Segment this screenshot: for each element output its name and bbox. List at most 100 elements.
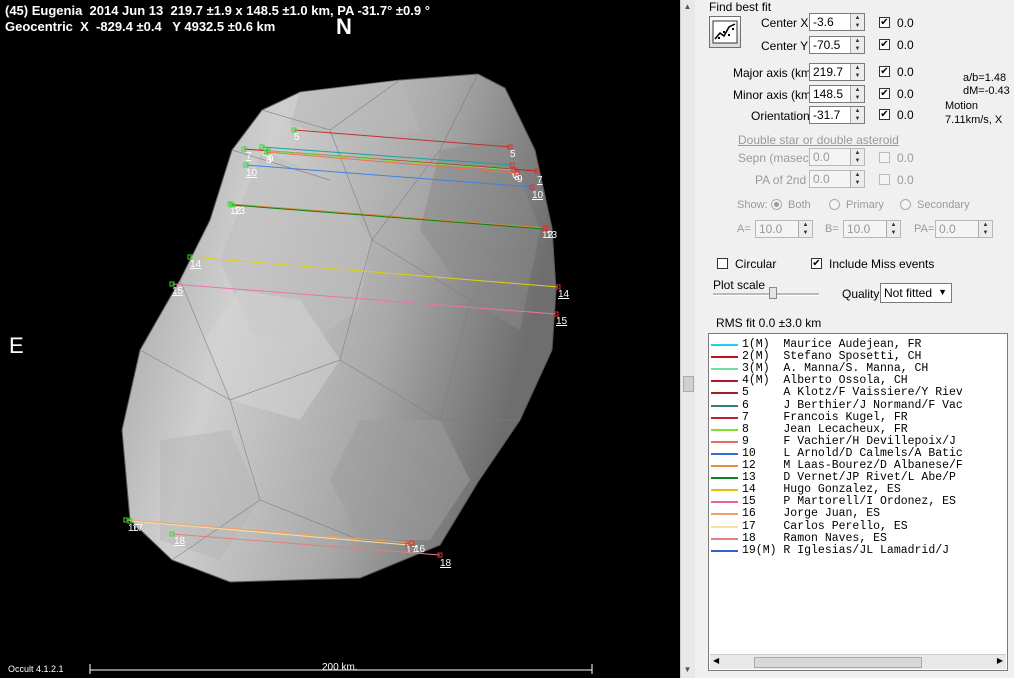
chord-label-14-start: 14 [190, 259, 202, 270]
chevron-down-icon: ▼ [938, 287, 947, 297]
chord-label-9-end: 9 [517, 174, 523, 185]
observer-color-swatch [711, 452, 738, 455]
motion-value: 7.11km/s, X [945, 114, 1003, 126]
observer-color-swatch [711, 440, 738, 443]
show-primary-radio[interactable] [829, 199, 840, 210]
observer-color-swatch [711, 525, 738, 528]
observer-label: 3(M) A. Manna/S. Manna, CH [742, 362, 929, 376]
observer-label: 6 J Berthier/J Normand/F Vac [742, 398, 963, 412]
east-label: E [9, 333, 24, 358]
b-label: B= [825, 223, 839, 235]
show-secondary-label: Secondary [917, 199, 970, 211]
observer-label: 12 M Laas-Bourez/D Albanese/F [742, 459, 963, 472]
observer-color-swatch [711, 404, 738, 407]
pa2-check-value: 0.0 [897, 173, 914, 187]
center-x-checkbox[interactable]: ✔ [879, 17, 890, 28]
find-best-fit-button[interactable] [709, 16, 741, 48]
scroll-right-icon[interactable]: ▶ [997, 656, 1003, 665]
list-item[interactable]: 19(M) R Iglesias/JL Lamadrid/J [709, 543, 1007, 557]
axis-ratio: a/b=1.48 [963, 72, 1007, 84]
north-label: N [336, 14, 352, 39]
chord-label-17-start: 17 [132, 523, 144, 534]
plot-title: (45) Eugenia 2014 Jun 13 219.7 ±1.9 x 14… [5, 3, 430, 18]
include-miss-label: Include Miss events [829, 257, 935, 271]
observer-color-swatch [711, 537, 738, 540]
observer-color-swatch [711, 489, 738, 492]
asteroid-shape-svg: 5566778899101012121313141415151616171718… [89, 73, 593, 674]
center-y-stepper[interactable]: -70.5 ▲ ▼ [809, 36, 865, 54]
fit-panel: Find best fit Center X -3.6 ▲ ▼ ✔ 0.0 Cent… [695, 0, 1014, 678]
observer-label: 4(M) Alberto Ossola, CH [742, 374, 908, 388]
sepn-label: Sepn (masec) [738, 151, 813, 165]
observer-label: 18 Ramon Naves, ES [742, 531, 887, 545]
observer-label: 10 L Arnold/D Calmels/A Batic [742, 446, 963, 460]
sepn-stepper[interactable]: 0.0 ▲ ▼ [809, 148, 865, 166]
scroll-up-icon[interactable]: ▲ [682, 2, 693, 13]
plot-vertical-scrollbar[interactable]: ▲ ▼ [680, 0, 695, 678]
hscroll-thumb[interactable] [754, 657, 922, 668]
show-secondary-radio[interactable] [900, 199, 911, 210]
chord-label-18-end: 18 [440, 558, 452, 569]
center-y-label: Center Y [761, 39, 809, 53]
scroll-down-icon[interactable]: ▼ [682, 665, 693, 676]
observer-color-swatch [711, 549, 738, 552]
orientation-checkbox[interactable]: ✔ [879, 109, 890, 120]
plot-scale-slider[interactable] [769, 287, 777, 299]
observer-color-swatch [711, 465, 738, 467]
pa2-checkbox[interactable] [879, 174, 890, 185]
observer-color-swatch [711, 428, 738, 431]
sepn-check-value: 0.0 [897, 151, 914, 165]
orientation-stepper[interactable]: -31.7 ▲ ▼ [809, 106, 865, 124]
observer-label: 1(M) Maurice Audejean, FR [742, 338, 922, 351]
circular-checkbox[interactable] [717, 258, 728, 269]
pa-stepper[interactable]: 0.0 ▲ ▼ [935, 220, 993, 238]
scroll-left-icon[interactable]: ◀ [713, 656, 719, 665]
chord-label-10-end: 10 [532, 190, 544, 201]
show-primary-label: Primary [846, 199, 884, 211]
center-y-check-value: 0.0 [897, 38, 914, 52]
center-x-check-value: 0.0 [897, 16, 914, 30]
chord-label-17-end: 17 [406, 545, 418, 556]
show-label: Show: [737, 199, 768, 211]
center-y-checkbox[interactable]: ✔ [879, 39, 890, 50]
observer-label: 15 P Martorell/I Ordonez, ES [742, 495, 956, 509]
sepn-checkbox[interactable] [879, 152, 890, 163]
major-axis-checkbox[interactable]: ✔ [879, 66, 890, 77]
major-axis-stepper[interactable]: 219.7 ▲ ▼ [809, 63, 865, 81]
observer-label: 9 F Vachier/H Devillepoix/J [742, 434, 956, 448]
occultation-plot[interactable]: 5 5 6 6 7 7 8 8 9 9 10 10 12 12 13 13 14 14 15 15 16 16 17 17 18… [0, 0, 680, 678]
observer-label: 7 Francois Kugel, FR [742, 410, 908, 424]
major-axis-check-value: 0.0 [897, 65, 914, 79]
pa2-label: PA of 2nd [755, 173, 807, 187]
quality-select[interactable]: Not fitted ▼ [880, 283, 952, 303]
observer-list[interactable]: 1(M) Maurice Audejean, FR 2(M) Stefano Sp… [708, 333, 1008, 671]
chord-label-5-start: 5 [294, 132, 300, 143]
b-stepper[interactable]: 10.0 ▲ ▼ [843, 220, 901, 238]
include-miss-checkbox[interactable]: ✔ [811, 258, 822, 269]
double-star-link[interactable]: Double star or double asteroid [738, 133, 899, 147]
scroll-thumb[interactable] [683, 376, 694, 392]
observer-list-hscroll[interactable]: ◀ ▶ [710, 654, 1006, 669]
chord-label-10-start: 10 [246, 168, 258, 179]
chord-label-15-start: 15 [172, 286, 184, 297]
version-label: Occult 4.1.2.1 [8, 664, 64, 674]
geocentric-coords: Geocentric X -829.4 ±0.4 Y 4932.5 ±0.6 k… [5, 19, 276, 34]
orientation-check-value: 0.0 [897, 108, 914, 122]
orientation-label: Orientation [751, 109, 810, 123]
observer-label: 2(M) Stefano Sposetti, CH [742, 350, 922, 364]
major-axis-label: Major axis (km) [733, 66, 816, 80]
observer-color-swatch [711, 477, 738, 480]
center-x-stepper[interactable]: -3.6 ▲ ▼ [809, 13, 865, 31]
minor-axis-stepper[interactable]: 148.5 ▲ ▼ [809, 85, 865, 103]
find-best-fit-title: Find best fit [709, 0, 772, 14]
a-stepper[interactable]: 10.0 ▲ ▼ [755, 220, 813, 238]
minor-axis-checkbox[interactable]: ✔ [879, 88, 890, 99]
show-both-label: Both [788, 199, 811, 211]
plot-scale-track [713, 293, 819, 296]
circular-label: Circular [735, 257, 777, 271]
observer-label: 19(M) R Iglesias/JL Lamadrid/J [742, 543, 950, 557]
show-both-radio[interactable] [771, 199, 782, 210]
observer-label: 5 A Klotz/F Vaissiere/Y Riev [742, 386, 963, 400]
pa2-stepper[interactable]: 0.0 ▲ ▼ [809, 170, 865, 188]
observer-color-swatch [711, 344, 738, 346]
